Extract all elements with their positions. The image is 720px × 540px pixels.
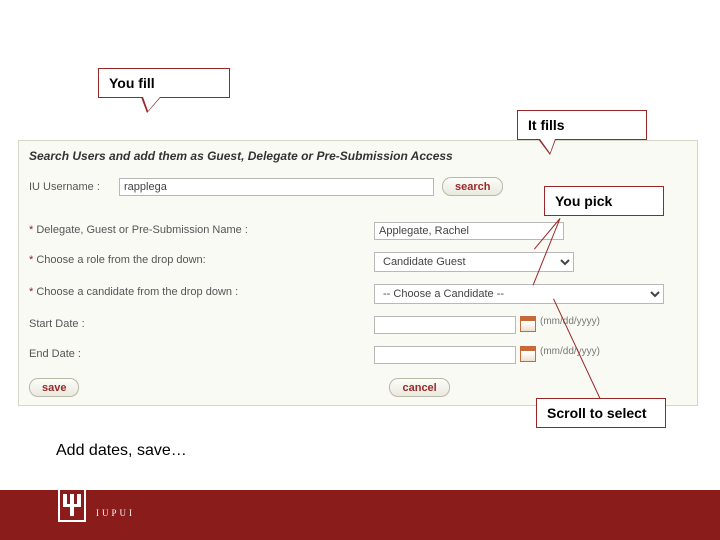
candidate-row: * Choose a candidate from the drop down … [29, 278, 687, 310]
candidate-select[interactable]: -- Choose a Candidate -- [374, 284, 664, 304]
role-label: * Choose a role from the drop down: [29, 252, 374, 269]
cancel-button[interactable]: cancel [389, 378, 449, 397]
callout-it-fills: It fills [517, 110, 647, 140]
date-format-hint: (mm/dd/yyyy) [540, 316, 600, 327]
end-date-label: End Date : [29, 346, 374, 363]
username-input[interactable] [119, 178, 434, 196]
name-input[interactable] [374, 222, 564, 240]
callout-you-fill: You fill [98, 68, 230, 98]
start-date-label: Start Date : [29, 316, 374, 333]
callout-scroll: Scroll to select [536, 398, 666, 428]
username-label: IU Username : [29, 181, 119, 193]
end-date-input[interactable] [374, 346, 516, 364]
start-date-row: Start Date : (mm/dd/yyyy) [29, 310, 687, 340]
role-row: * Choose a role from the drop down: Cand… [29, 246, 687, 278]
name-label: * Delegate, Guest or Pre-Submission Name… [29, 222, 374, 239]
calendar-icon[interactable] [520, 346, 536, 362]
name-row: * Delegate, Guest or Pre-Submission Name… [29, 216, 687, 246]
start-date-input[interactable] [374, 316, 516, 334]
slide-caption: Add dates, save… [56, 442, 187, 460]
candidate-label: * Choose a candidate from the drop down … [29, 284, 374, 301]
callout-text: Scroll to select [547, 405, 647, 421]
campus-label: IUPUI [96, 508, 135, 518]
panel-heading: Search Users and add them as Guest, Dele… [29, 147, 687, 173]
callout-text: You fill [109, 75, 155, 91]
search-button[interactable]: search [442, 177, 503, 196]
iu-trident-icon [63, 494, 81, 516]
callout-text: It fills [528, 117, 565, 133]
save-button[interactable]: save [29, 378, 79, 397]
date-format-hint: (mm/dd/yyyy) [540, 346, 600, 357]
end-date-row: End Date : (mm/dd/yyyy) [29, 340, 687, 370]
callout-you-pick: You pick [544, 186, 664, 216]
calendar-icon[interactable] [520, 316, 536, 332]
iu-logo [58, 488, 86, 522]
search-users-panel: Search Users and add them as Guest, Dele… [18, 140, 698, 406]
callout-text: You pick [555, 193, 612, 209]
